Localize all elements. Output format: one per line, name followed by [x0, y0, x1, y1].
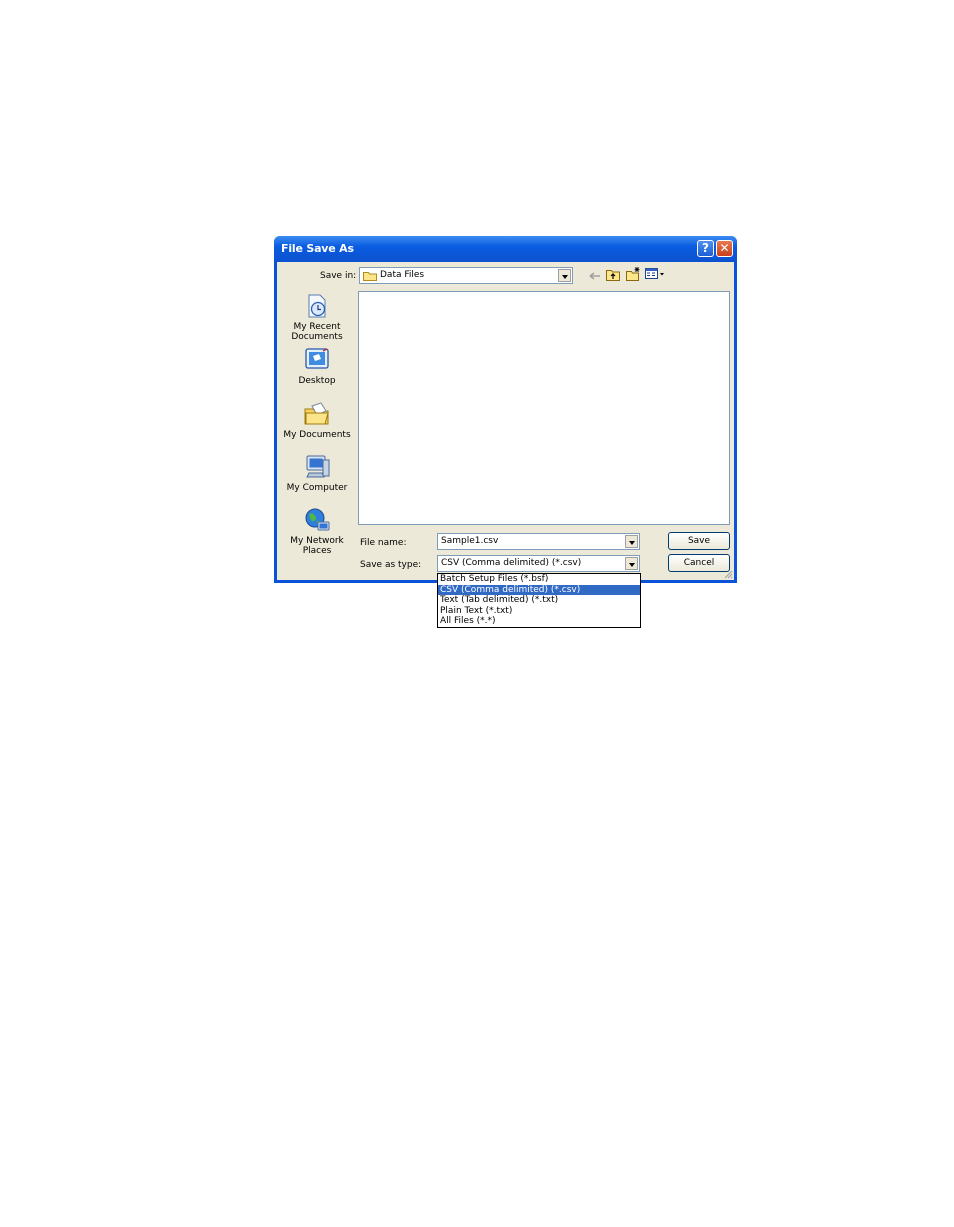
- network-places-icon: [305, 508, 330, 531]
- dialog-title: File Save As: [281, 242, 354, 255]
- file-name-input[interactable]: Sample1.csv: [437, 533, 640, 550]
- help-button[interactable]: ?: [697, 240, 714, 257]
- file-type-option[interactable]: All Files (*.*): [438, 616, 640, 627]
- desktop-icon: [305, 348, 329, 369]
- file-name-dropdown-arrow[interactable]: [625, 535, 638, 548]
- save-as-type-value: CSV (Comma delimited) (*.csv): [441, 558, 582, 568]
- file-list-view[interactable]: [358, 291, 730, 525]
- save-in-dropdown-arrow[interactable]: [558, 269, 571, 282]
- places-recent-documents[interactable]: My Recent Documents: [282, 293, 352, 342]
- save-in-combo[interactable]: Data Files: [359, 267, 573, 284]
- views-menu-icon[interactable]: [645, 268, 665, 280]
- my-computer-icon: [306, 455, 330, 478]
- save-in-label: Save in:: [320, 271, 357, 281]
- title-bar[interactable]: File Save As ? ✕: [274, 236, 737, 262]
- close-icon: ✕: [719, 241, 730, 255]
- save-as-type-options-list: Batch Setup Files (*.bsf) CSV (Comma del…: [437, 573, 641, 628]
- places-label-line1: My Computer: [286, 483, 348, 493]
- places-desktop[interactable]: Desktop: [282, 347, 352, 386]
- places-label-line1: My Network: [290, 536, 344, 546]
- cancel-button[interactable]: Cancel: [668, 554, 730, 572]
- save-as-type-dropdown-arrow[interactable]: [625, 557, 638, 570]
- places-label-line1: My Documents: [283, 430, 351, 440]
- file-type-option[interactable]: Plain Text (*.txt): [438, 606, 640, 617]
- my-documents-icon: [304, 402, 329, 425]
- save-as-type-select[interactable]: CSV (Comma delimited) (*.csv): [437, 555, 640, 572]
- places-label-line1: My Recent: [293, 322, 341, 332]
- file-name-value: Sample1.csv: [441, 536, 499, 546]
- places-my-documents[interactable]: My Documents: [282, 401, 352, 440]
- recent-documents-icon: [308, 294, 326, 318]
- file-type-option[interactable]: Batch Setup Files (*.bsf): [438, 574, 640, 585]
- help-icon: ?: [702, 241, 709, 255]
- new-folder-icon[interactable]: [626, 267, 641, 281]
- close-button[interactable]: ✕: [716, 240, 733, 257]
- places-network-places[interactable]: My Network Places: [282, 507, 352, 556]
- places-my-computer[interactable]: My Computer: [282, 454, 352, 493]
- folder-icon: [363, 272, 377, 281]
- save-button[interactable]: Save: [668, 532, 730, 550]
- file-save-as-dialog: File Save As ? ✕ Save in: Data Files My …: [274, 236, 737, 583]
- file-type-option[interactable]: Text (Tab delimited) (*.txt): [438, 595, 640, 606]
- save-as-type-label: Save as type:: [360, 560, 422, 570]
- places-label-line2: Documents: [291, 332, 343, 342]
- places-label-line2: Places: [302, 546, 332, 556]
- resize-grip-icon[interactable]: [723, 569, 733, 579]
- up-folder-icon[interactable]: [606, 268, 621, 281]
- dialog-client-area: Save in: Data Files My Recent Documents …: [277, 262, 734, 580]
- places-label-line1: Desktop: [298, 376, 336, 386]
- save-in-value: Data Files: [380, 270, 425, 280]
- file-name-label: File name:: [360, 538, 407, 548]
- back-arrow-icon[interactable]: [589, 271, 601, 281]
- file-type-option-selected[interactable]: CSV (Comma delimited) (*.csv): [438, 584, 640, 596]
